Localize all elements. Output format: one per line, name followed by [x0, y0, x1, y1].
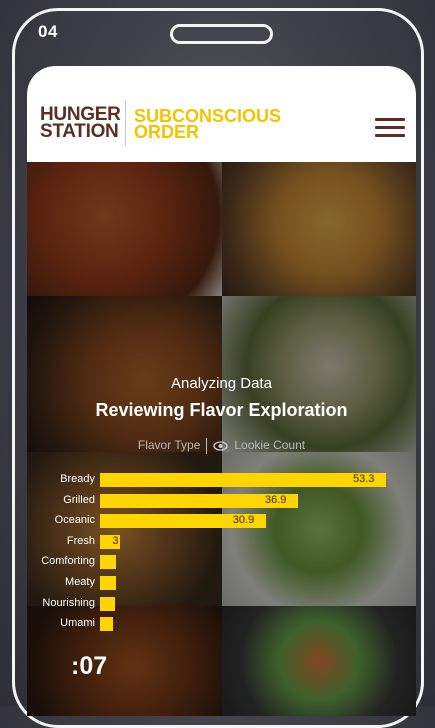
tab-lookie-count[interactable]: Lookie Count: [234, 438, 305, 452]
bar-value-label: 53.3: [353, 473, 375, 485]
tab-flavor-type[interactable]: Flavor Type: [138, 438, 200, 452]
eye-icon: [213, 441, 229, 451]
bar: [100, 576, 116, 590]
bar-label: Grilled: [63, 493, 95, 506]
bar-label: Bready: [60, 473, 95, 485]
bar-label: Umami: [60, 617, 95, 630]
bar-value-label: 36.9: [265, 493, 287, 506]
bar-value-label: 30.9: [232, 514, 255, 527]
bar-row-meaty: Meaty: [27, 574, 416, 592]
status-text: Analyzing Data: [171, 375, 272, 392]
bar-value-label: 3: [112, 534, 119, 547]
bar-label: Meaty: [65, 576, 95, 588]
bar-label: Fresh: [66, 534, 95, 547]
bar-row-bready: Bready 53.3: [27, 471, 416, 489]
bar-row-comforting: Comforting: [27, 553, 416, 571]
bar-row-fresh: Fresh 3: [27, 533, 416, 551]
phone-notch: [170, 24, 273, 44]
bar: [100, 473, 386, 487]
bar-label: Nourishing: [42, 596, 95, 609]
bar-row-oceanic: Oceanic 30.9: [27, 512, 416, 530]
bar-row-grilled: Grilled 36.9: [27, 492, 416, 510]
chart-tabs: Flavor Type Lookie Count: [27, 438, 416, 454]
bar-label: Comforting: [41, 555, 95, 568]
hamburger-menu-icon[interactable]: [375, 118, 405, 140]
bar: [100, 596, 116, 611]
page-subtitle: SUBCONSCIOUS ORDER: [134, 107, 281, 142]
header-divider: [125, 100, 126, 146]
subtitle-line-2: ORDER: [134, 122, 200, 142]
bar-label: Oceanic: [54, 514, 95, 527]
brand-line-2: STATION: [40, 121, 119, 142]
bar: [100, 617, 113, 632]
countdown-timer: :07: [71, 652, 108, 680]
tab-separator: [206, 438, 208, 454]
page-title: Reviewing Flavor Exploration: [95, 400, 348, 420]
step-number: 04: [38, 22, 58, 41]
brand-logo: HUNGER STATION: [40, 105, 121, 142]
bar: [100, 555, 117, 570]
bar-row-umami: Umami: [27, 615, 416, 633]
bar-row-nourishing: Nourishing: [27, 595, 416, 613]
app-screen: HUNGER STATION SUBCONSCIOUS ORDER Analyz…: [27, 66, 416, 716]
app-header: HUNGER STATION SUBCONSCIOUS ORDER: [27, 66, 416, 162]
